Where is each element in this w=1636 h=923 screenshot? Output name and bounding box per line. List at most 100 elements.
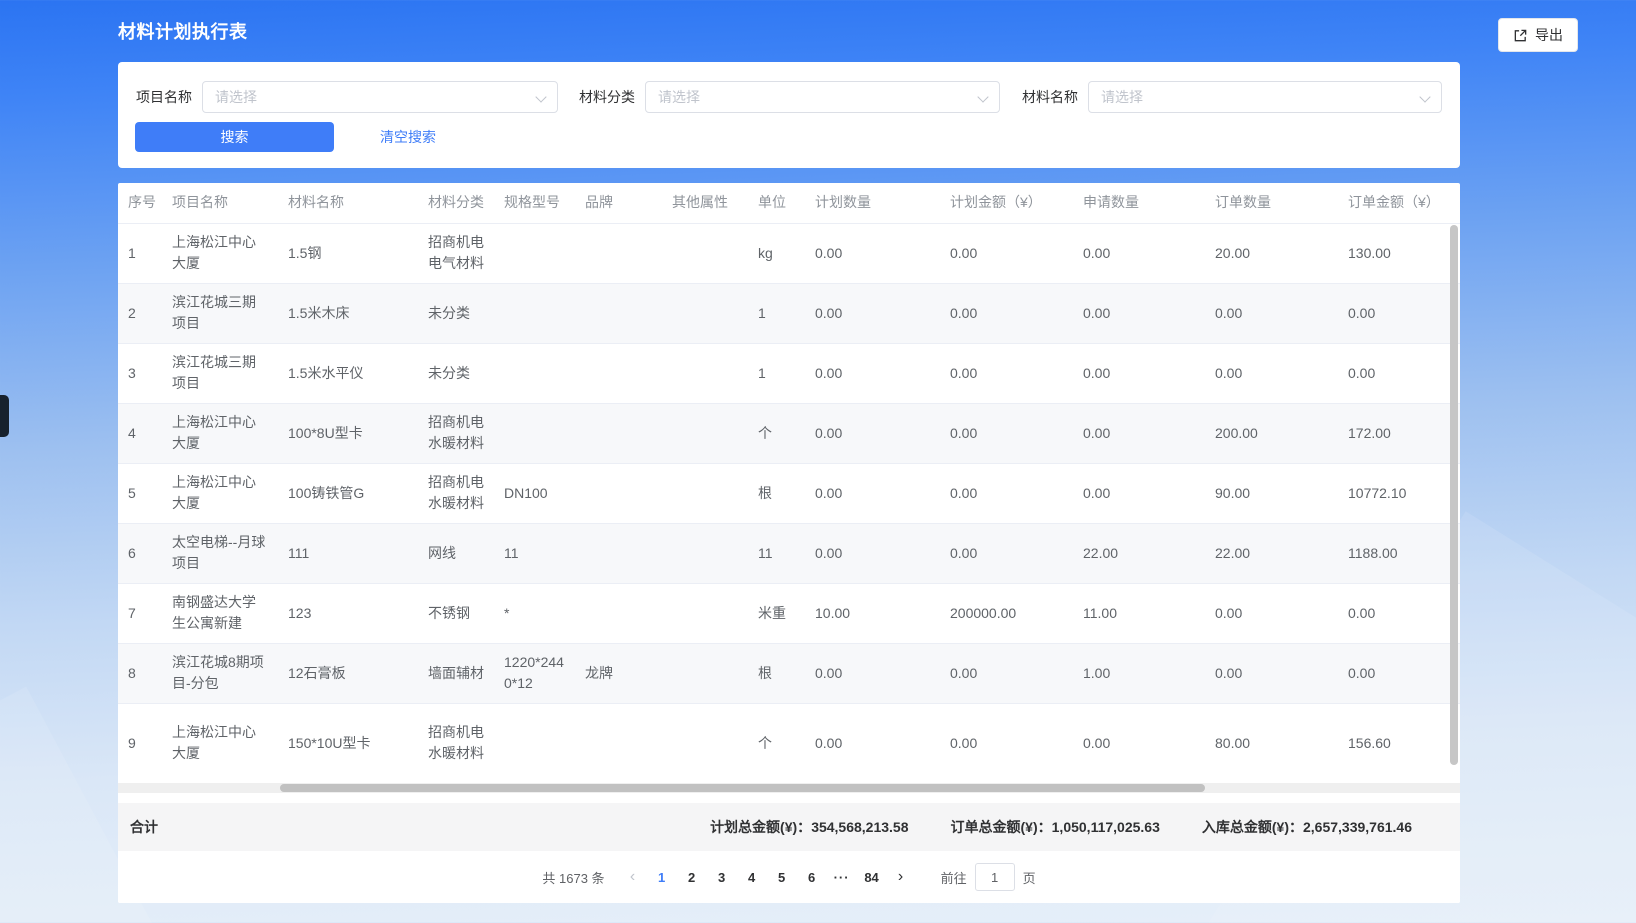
- cell-unit: 根: [748, 643, 805, 703]
- cell-other-attrs: [662, 583, 748, 643]
- cell-order-qty: 22.00: [1205, 523, 1338, 583]
- cell-plan-amount: 0.00: [940, 343, 1073, 403]
- cell-brand: [575, 583, 662, 643]
- cell-spec-model: [494, 223, 575, 283]
- material-name-select[interactable]: 请选择: [1088, 81, 1442, 113]
- spacer: [118, 793, 1460, 803]
- table-header: 序号 项目名称 材料名称 材料分类 规格型号 品牌 其他属性 单位 计划数量 计…: [118, 183, 1460, 223]
- cell-other-attrs: [662, 703, 748, 783]
- cell-other-attrs: [662, 403, 748, 463]
- cell-other-attrs: [662, 283, 748, 343]
- cell-project-name: 上海松江中心大厦: [162, 403, 278, 463]
- cell-material-name: 12石膏板: [278, 643, 418, 703]
- page-number-2[interactable]: 2: [677, 870, 707, 885]
- summary-total-label: 合计: [130, 817, 158, 837]
- cell-unit: 1: [748, 343, 805, 403]
- table-row[interactable]: 6 太空电梯--月球项目 111 网线 11 11 0.00 0.00 22.0…: [118, 523, 1460, 583]
- table-body: 1 上海松江中心大厦 1.5钢 招商机电电气材料 kg 0.00 0.00 0.…: [118, 223, 1460, 783]
- cell-plan-amount: 0.00: [940, 523, 1073, 583]
- page-number-4[interactable]: 4: [737, 870, 767, 885]
- goto-page-group: 前往 页: [941, 863, 1036, 891]
- cell-project-name: 南钢盛达大学生公寓新建: [162, 583, 278, 643]
- more-pages-icon[interactable]: ···: [827, 870, 857, 885]
- column-header: 计划金额（¥）: [940, 183, 1073, 223]
- table-row[interactable]: 9 上海松江中心大厦 150*10U型卡 招商机电水暖材料 个 0.00 0.0…: [118, 703, 1460, 783]
- project-name-placeholder: 请选择: [215, 87, 257, 107]
- cell-request-qty: 0.00: [1073, 403, 1205, 463]
- horizontal-scrollbar-track[interactable]: [118, 783, 1460, 793]
- clear-search-button[interactable]: 清空搜索: [380, 127, 436, 147]
- cell-brand: [575, 703, 662, 783]
- summary-row: 合计 计划总金额(¥)：354,568,213.58 订单总金额(¥)：1,05…: [118, 803, 1460, 851]
- page-number-84[interactable]: 84: [857, 870, 887, 885]
- cell-index: 4: [118, 403, 162, 463]
- export-button[interactable]: 导出: [1498, 18, 1578, 52]
- chevron-left-icon[interactable]: ‹: [619, 869, 647, 885]
- cell-request-qty: 11.00: [1073, 583, 1205, 643]
- filter-material-category: 材料分类 请选择: [579, 81, 1000, 113]
- column-header: 订单金额（¥）: [1338, 183, 1460, 223]
- column-header: 项目名称: [162, 183, 278, 223]
- table-row[interactable]: 5 上海松江中心大厦 100铸铁管G 招商机电水暖材料 DN100 根 0.00…: [118, 463, 1460, 523]
- cell-plan-qty: 0.00: [805, 403, 940, 463]
- goto-page-input[interactable]: [975, 863, 1015, 891]
- cell-unit: 个: [748, 703, 805, 783]
- cell-unit: 1: [748, 283, 805, 343]
- filter-material-name: 材料名称 请选择: [1022, 81, 1442, 113]
- table-row[interactable]: 1 上海松江中心大厦 1.5钢 招商机电电气材料 kg 0.00 0.00 0.…: [118, 223, 1460, 283]
- page-number-6[interactable]: 6: [797, 870, 827, 885]
- project-name-select[interactable]: 请选择: [202, 81, 558, 113]
- cell-plan-qty: 10.00: [805, 583, 940, 643]
- table-row[interactable]: 8 滨江花城8期项目-分包 12石膏板 墙面辅材 1220*2440*12 龙牌…: [118, 643, 1460, 703]
- chevron-right-icon[interactable]: ›: [887, 869, 915, 885]
- material-category-label: 材料分类: [579, 87, 635, 107]
- cell-request-qty: 0.00: [1073, 343, 1205, 403]
- cell-order-amount: 10772.10: [1338, 463, 1460, 523]
- cell-index: 9: [118, 703, 162, 783]
- page-number-3[interactable]: 3: [707, 870, 737, 885]
- cell-brand: [575, 463, 662, 523]
- table-row[interactable]: 4 上海松江中心大厦 100*8U型卡 招商机电水暖材料 个 0.00 0.00…: [118, 403, 1460, 463]
- table-row[interactable]: 3 滨江花城三期项目 1.5米水平仪 未分类 1 0.00 0.00 0.00 …: [118, 343, 1460, 403]
- cell-material-name: 100*8U型卡: [278, 403, 418, 463]
- filter-project-name: 项目名称 请选择: [136, 81, 558, 113]
- page-number-1[interactable]: 1: [647, 870, 677, 885]
- column-header: 其他属性: [662, 183, 748, 223]
- cell-other-attrs: [662, 523, 748, 583]
- inbound-total: 入库总金额(¥)：2,657,339,761.46: [1202, 817, 1412, 837]
- cell-request-qty: 0.00: [1073, 703, 1205, 783]
- material-category-select[interactable]: 请选择: [645, 81, 1000, 113]
- table-row[interactable]: 7 南钢盛达大学生公寓新建 123 不锈钢 * 米重 10.00 200000.…: [118, 583, 1460, 643]
- cell-order-qty: 200.00: [1205, 403, 1338, 463]
- cell-brand: [575, 343, 662, 403]
- collapsed-side-panel-handle[interactable]: [0, 395, 9, 437]
- cell-order-qty: 0.00: [1205, 643, 1338, 703]
- cell-request-qty: 0.00: [1073, 283, 1205, 343]
- vertical-scrollbar-thumb[interactable]: [1450, 225, 1458, 765]
- cell-material-category: 不锈钢: [418, 583, 494, 643]
- cell-order-amount: 172.00: [1338, 403, 1460, 463]
- horizontal-scrollbar-thumb[interactable]: [280, 784, 1205, 792]
- cell-spec-model: 1220*2440*12: [494, 643, 575, 703]
- page-title: 材料计划执行表: [118, 18, 248, 44]
- cell-material-name: 100铸铁管G: [278, 463, 418, 523]
- cell-material-category: 未分类: [418, 283, 494, 343]
- column-header: 规格型号: [494, 183, 575, 223]
- cell-spec-model: [494, 403, 575, 463]
- cell-unit: 根: [748, 463, 805, 523]
- cell-order-qty: 0.00: [1205, 283, 1338, 343]
- cell-project-name: 滨江花城三期项目: [162, 283, 278, 343]
- cell-spec-model: *: [494, 583, 575, 643]
- cell-brand: [575, 403, 662, 463]
- cell-spec-model: [494, 343, 575, 403]
- column-header: 材料名称: [278, 183, 418, 223]
- column-header: 申请数量: [1073, 183, 1205, 223]
- cell-material-name: 111: [278, 523, 418, 583]
- cell-project-name: 太空电梯--月球项目: [162, 523, 278, 583]
- cell-other-attrs: [662, 223, 748, 283]
- page-number-5[interactable]: 5: [767, 870, 797, 885]
- search-button[interactable]: 搜索: [135, 122, 334, 152]
- table-row[interactable]: 2 滨江花城三期项目 1.5米木床 未分类 1 0.00 0.00 0.00 0…: [118, 283, 1460, 343]
- cell-material-name: 150*10U型卡: [278, 703, 418, 783]
- cell-order-amount: 0.00: [1338, 583, 1460, 643]
